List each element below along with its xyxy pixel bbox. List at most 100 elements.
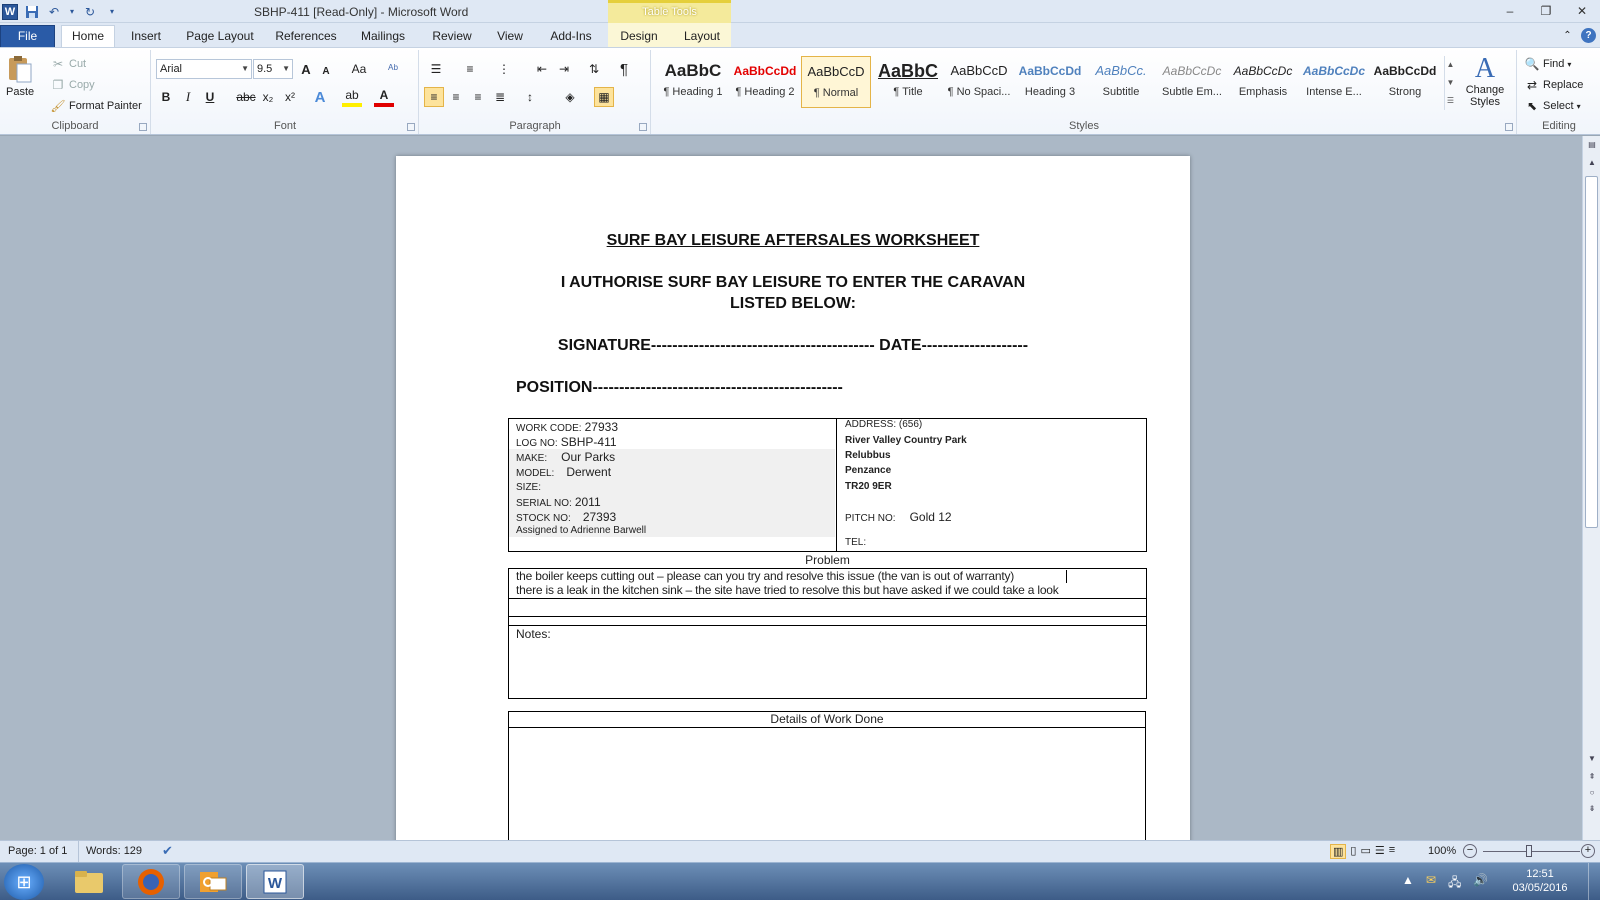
style-heading-2[interactable]: AaBbCcDd ¶ Heading 2	[730, 56, 800, 108]
shading-icon[interactable]: ◈	[560, 87, 580, 107]
save-icon[interactable]	[24, 4, 40, 20]
undo-dropdown-icon[interactable]: ▾	[68, 4, 76, 20]
multilevel-list-icon[interactable]: ⋮	[494, 59, 514, 79]
zoom-slider-thumb[interactable]	[1526, 845, 1532, 857]
justify-icon[interactable]: ≣	[490, 87, 510, 107]
clock[interactable]: 12:51 03/05/2016	[1500, 867, 1580, 895]
tab-mailings[interactable]: Mailings	[352, 26, 414, 47]
subscript-button[interactable]: x₂	[258, 87, 278, 107]
restore-button[interactable]: ❐	[1528, 2, 1564, 20]
tray-expand-icon[interactable]: ▲	[1402, 873, 1414, 894]
start-button-icon[interactable]: ⊞	[4, 864, 44, 900]
tab-file[interactable]: File	[0, 25, 55, 47]
change-styles-button[interactable]: A Change Styles	[1460, 54, 1510, 109]
tab-references[interactable]: References	[272, 26, 340, 47]
format-painter-button[interactable]: 🖌 Format Painter	[50, 98, 141, 114]
tab-view[interactable]: View	[490, 26, 530, 47]
shrink-font-button[interactable]: A	[316, 61, 336, 81]
cut-button[interactable]: ✂ Cut	[50, 56, 86, 72]
show-marks-button[interactable]: ¶	[614, 59, 634, 79]
paste-button[interactable]: Paste	[6, 54, 34, 98]
notes-cell[interactable]: Notes:	[508, 625, 1147, 699]
show-desktop-button[interactable]	[1588, 863, 1600, 900]
ruler-toggle-icon[interactable]: ▤	[1586, 140, 1598, 152]
outline-icon[interactable]: ☰	[1375, 844, 1385, 859]
minimize-button[interactable]: –	[1492, 2, 1528, 20]
select-button[interactable]: ⬉ Select ▾	[1524, 98, 1581, 114]
clipboard-launcher-icon[interactable]	[139, 123, 147, 131]
scroll-down-icon[interactable]: ▼	[1586, 754, 1598, 766]
tab-add-ins[interactable]: Add-Ins	[543, 26, 599, 47]
change-case-button[interactable]: Aa	[346, 59, 372, 79]
paragraph-launcher-icon[interactable]	[639, 123, 647, 131]
zoom-out-icon[interactable]: −	[1463, 844, 1477, 858]
increase-indent-icon[interactable]: ⇥	[554, 59, 574, 79]
mail-icon[interactable]: ✉	[1426, 873, 1436, 894]
scroll-thumb[interactable]	[1585, 176, 1598, 528]
close-button[interactable]: ✕	[1564, 2, 1600, 20]
bold-button[interactable]: B	[156, 87, 176, 107]
style-title[interactable]: AaBbC ¶ Title	[873, 56, 943, 108]
copy-button[interactable]: ❐ Copy	[50, 77, 95, 93]
superscript-button[interactable]: x²	[280, 87, 300, 107]
align-left-icon[interactable]: ≡	[424, 87, 444, 107]
tab-insert[interactable]: Insert	[124, 26, 168, 47]
word-taskbar-icon[interactable]: W	[246, 864, 304, 899]
repeat-icon[interactable]: ↻	[82, 4, 98, 20]
word-app-icon[interactable]: W	[2, 3, 18, 20]
tab-review[interactable]: Review	[426, 26, 478, 47]
grow-font-button[interactable]: A	[296, 59, 316, 79]
decrease-indent-icon[interactable]: ⇤	[532, 59, 552, 79]
page-count[interactable]: Page: 1 of 1	[8, 845, 67, 857]
sort-icon[interactable]: ⇅	[584, 59, 604, 79]
tab-layout[interactable]: Layout	[678, 26, 726, 47]
clear-formatting-icon[interactable]: ᴬᵇ	[383, 59, 403, 79]
align-center-icon[interactable]: ≡	[446, 87, 466, 107]
tab-home[interactable]: Home	[61, 25, 115, 48]
browse-object-icon[interactable]: ○	[1586, 788, 1598, 800]
styles-scroll[interactable]: ▲ ▼ ☰	[1444, 56, 1456, 110]
volume-icon[interactable]: 🔊	[1473, 873, 1488, 894]
draft-icon[interactable]: ≡	[1389, 844, 1395, 859]
highlight-button[interactable]: ab	[342, 87, 362, 107]
style-heading-1[interactable]: AaBbC ¶ Heading 1	[658, 56, 728, 108]
minimize-ribbon-icon[interactable]: ⌃	[1560, 28, 1575, 43]
problem-line-1[interactable]: the boiler keeps cutting out – please ca…	[516, 569, 1014, 583]
document-page[interactable]: SURF BAY LEISURE AFTERSALES WORKSHEET I …	[396, 156, 1190, 840]
style-no-spacing[interactable]: AaBbCcD ¶ No Spaci...	[944, 56, 1014, 108]
text-effects-button[interactable]: A	[310, 87, 330, 107]
style-subtitle[interactable]: AaBbCc. Subtitle	[1086, 56, 1156, 108]
font-name-combo[interactable]: Arial ▼	[156, 59, 252, 79]
firefox-taskbar-icon[interactable]	[122, 864, 180, 899]
style-subtle-emphasis[interactable]: AaBbCcDc Subtle Em...	[1157, 56, 1227, 108]
full-screen-reading-icon[interactable]: ▯	[1350, 844, 1356, 859]
zoom-level[interactable]: 100%	[1428, 845, 1456, 857]
style-heading-3[interactable]: AaBbCcDd Heading 3	[1015, 56, 1085, 108]
style-strong[interactable]: AaBbCcDd Strong	[1370, 56, 1440, 108]
find-button[interactable]: 🔍 Find ▾	[1524, 56, 1572, 72]
replace-button[interactable]: ⇄ Replace	[1524, 77, 1583, 93]
proofing-icon[interactable]: ✔	[162, 843, 173, 859]
style-normal[interactable]: AaBbCcD ¶ Normal	[801, 56, 871, 108]
font-size-combo[interactable]: 9.5 ▼	[253, 59, 293, 79]
scroll-up-icon[interactable]: ▲	[1586, 158, 1598, 170]
style-emphasis[interactable]: AaBbCcDc Emphasis	[1228, 56, 1298, 108]
align-right-icon[interactable]: ≡	[468, 87, 488, 107]
tab-page-layout[interactable]: Page Layout	[180, 26, 260, 47]
style-intense-emphasis[interactable]: AaBbCcDc Intense E...	[1299, 56, 1369, 108]
next-page-icon[interactable]: ⇟	[1586, 804, 1598, 816]
styles-launcher-icon[interactable]	[1505, 123, 1513, 131]
explorer-taskbar-icon[interactable]	[60, 864, 118, 899]
tab-design[interactable]: Design	[612, 26, 666, 47]
vertical-scrollbar[interactable]: ▤ ▲ ▼ ⇞ ○ ⇟	[1582, 136, 1600, 840]
network-icon[interactable]: 🖧	[1448, 873, 1461, 894]
borders-icon[interactable]: ▦	[594, 87, 614, 107]
undo-icon[interactable]: ↶	[46, 4, 62, 20]
font-color-button[interactable]: A	[374, 87, 394, 107]
customize-qat-icon[interactable]: ▾	[104, 4, 120, 20]
problem-line-2[interactable]: there is a leak in the kitchen sink – th…	[516, 583, 1059, 597]
web-layout-icon[interactable]: ▭	[1360, 844, 1370, 859]
print-layout-icon[interactable]: ▥	[1330, 844, 1347, 859]
underline-button[interactable]: U	[200, 87, 220, 107]
outlook-taskbar-icon[interactable]	[184, 864, 242, 899]
